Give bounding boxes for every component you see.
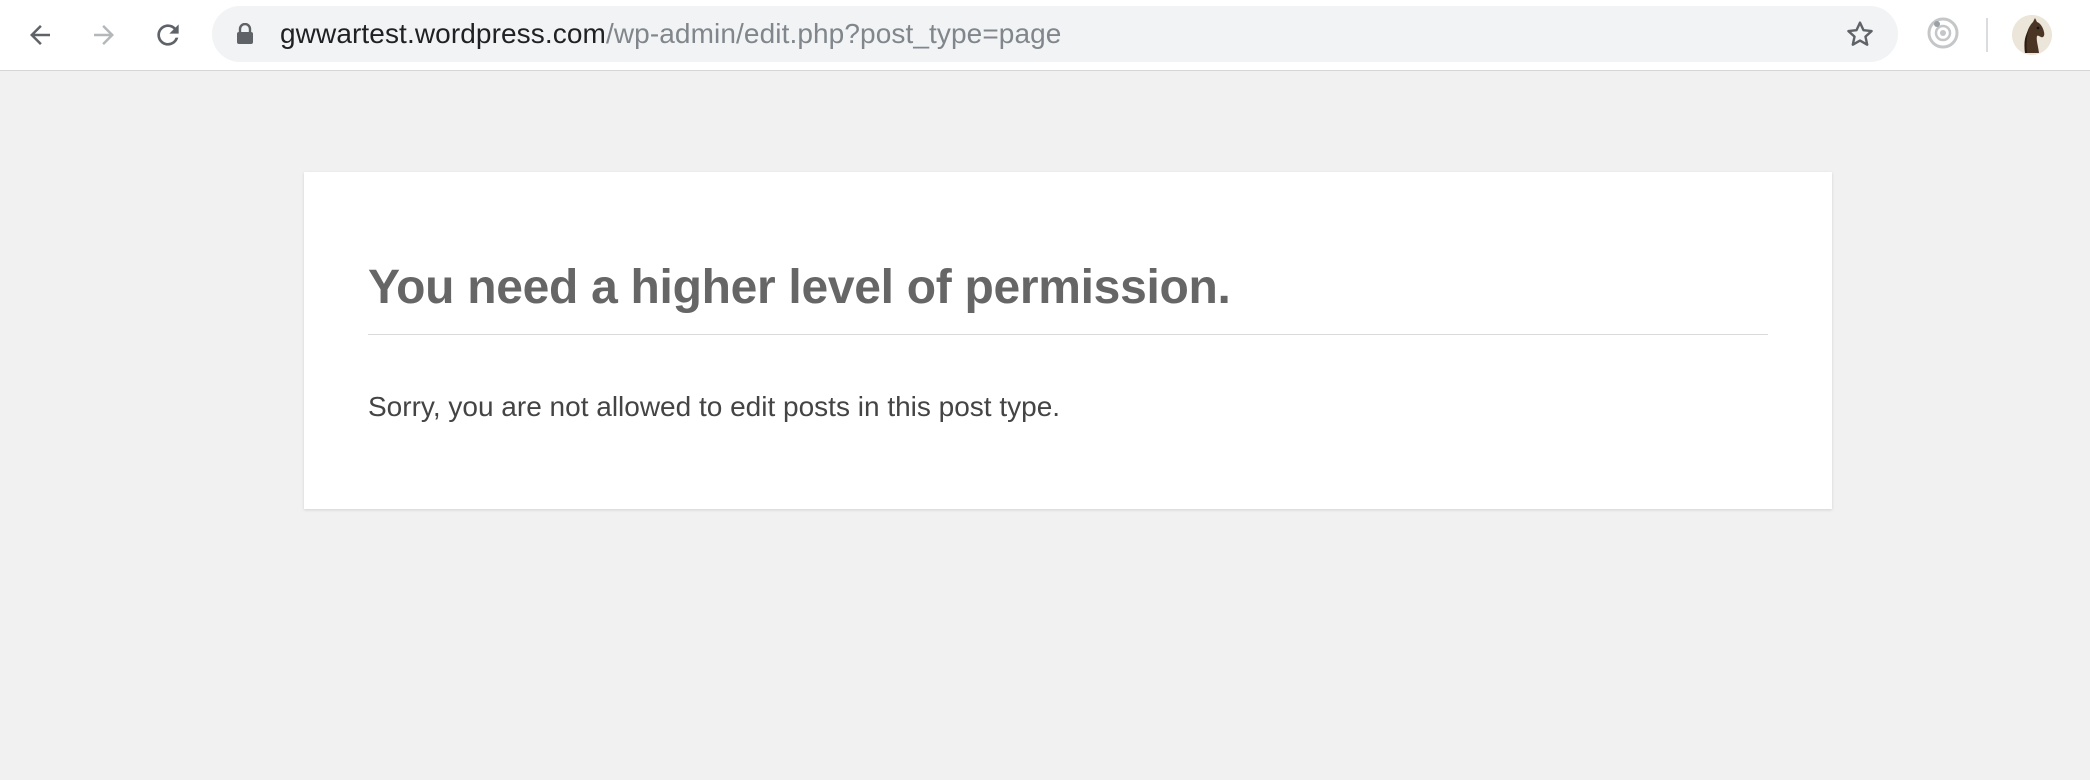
back-arrow-icon: [30, 25, 50, 45]
address-bar[interactable]: gwwartest.wordpress.com/wp-admin/edit.ph…: [212, 6, 1898, 62]
reload-icon: [157, 24, 179, 46]
profile-avatar[interactable]: [2012, 15, 2052, 55]
lock-icon: [237, 23, 253, 44]
error-card: You need a higher level of permission. S…: [304, 172, 1832, 509]
heading-divider: [368, 334, 1768, 335]
url-path: /wp-admin/edit.php?post_type=page: [605, 18, 1062, 49]
forward-arrow-icon: [94, 25, 114, 45]
reload-button[interactable]: [145, 12, 191, 58]
toolbar-divider: [1986, 18, 1988, 52]
extension-icon[interactable]: [1926, 16, 1960, 50]
forward-button[interactable]: [81, 12, 127, 58]
url-text[interactable]: gwwartest.wordpress.com/wp-admin/edit.ph…: [280, 6, 1061, 62]
error-message: Sorry, you are not allowed to edit posts…: [368, 391, 1061, 422]
star-icon[interactable]: [1844, 18, 1876, 50]
horse-avatar-icon: [2012, 15, 2052, 55]
browser-toolbar: gwwartest.wordpress.com/wp-admin/edit.ph…: [0, 0, 2090, 71]
url-host: gwwartest.wordpress.com: [280, 18, 606, 49]
back-button[interactable]: [17, 12, 63, 58]
error-heading: You need a higher level of permission.: [368, 261, 1231, 314]
